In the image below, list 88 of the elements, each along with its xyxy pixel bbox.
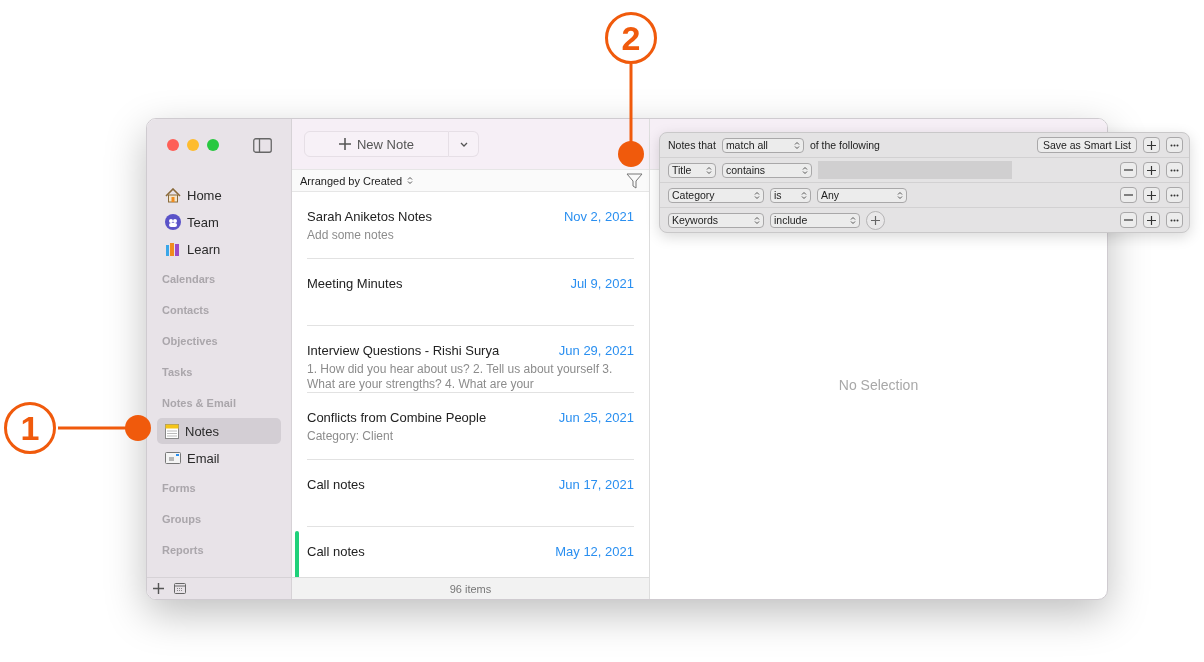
minus-icon — [1124, 194, 1133, 196]
chevron-updown-icon — [793, 140, 800, 150]
envelope-icon — [165, 452, 181, 464]
add-rule-button[interactable] — [1143, 187, 1160, 203]
operator-select[interactable]: contains — [722, 162, 812, 178]
plus-icon — [1147, 165, 1156, 175]
sidebar-item[interactable]: Home — [157, 182, 281, 208]
more-button[interactable] — [1166, 137, 1183, 153]
people-icon — [165, 214, 181, 230]
note-preview: 1. How did you hear about us? 2. Tell us about yourself 3. What are your strengths? 4. What are your — [307, 362, 614, 392]
sidebar-toggle-icon[interactable] — [253, 137, 272, 153]
sidebar-item[interactable]: Email — [157, 445, 281, 471]
more-icon — [1170, 143, 1179, 147]
field-select[interactable]: Category — [668, 187, 764, 203]
new-note-button[interactable]: New Note — [304, 131, 449, 157]
note-title: Conflicts from Combine People — [307, 410, 487, 425]
close-button[interactable] — [167, 139, 179, 151]
field-select[interactable]: Keywords — [668, 212, 764, 228]
more-button[interactable] — [1166, 212, 1183, 228]
chevron-updown-icon — [802, 165, 808, 175]
sidebar-item[interactable]: Team — [157, 209, 281, 235]
calendar-icon[interactable] — [174, 583, 186, 594]
chevron-updown-icon — [897, 190, 903, 200]
chevron-updown-icon — [850, 215, 856, 225]
more-icon — [1170, 168, 1179, 172]
remove-rule-button[interactable] — [1120, 187, 1137, 203]
add-rule-button[interactable] — [1143, 137, 1160, 153]
note-title: Meeting Minutes — [307, 276, 403, 291]
note-row[interactable]: Call notes Jun 17, 2021 — [307, 460, 634, 527]
remove-rule-button[interactable] — [1120, 212, 1137, 228]
more-button[interactable] — [1166, 162, 1183, 178]
filter-label: of the following — [809, 139, 880, 151]
chevron-updown-icon — [754, 190, 760, 200]
more-icon — [1170, 193, 1179, 197]
note-date: Jun 17, 2021 — [558, 477, 634, 492]
match-select[interactable]: match all — [721, 137, 804, 153]
notepad-icon — [165, 423, 179, 439]
note-title: Call notes — [307, 544, 365, 559]
zoom-button[interactable] — [207, 139, 219, 151]
plus-icon — [1147, 215, 1156, 225]
note-title: Interview Questions - Rishi Surya — [307, 343, 500, 358]
minus-icon — [1124, 219, 1133, 221]
filter-label: Notes that — [668, 139, 716, 151]
field-select[interactable]: Title — [668, 162, 716, 178]
remove-rule-button[interactable] — [1120, 162, 1137, 178]
filter-icon[interactable] — [626, 172, 643, 189]
minus-icon — [1124, 169, 1133, 171]
operator-select[interactable]: include — [770, 212, 860, 228]
more-button[interactable] — [1166, 187, 1183, 203]
note-title: Sarah Aniketos Notes — [307, 209, 433, 224]
plus-icon — [1147, 190, 1156, 200]
note-preview: Category: Client — [307, 429, 395, 444]
note-row[interactable]: Sarah Aniketos Notes Nov 2, 2021 Add some notes — [307, 192, 634, 259]
chevron-down-icon — [459, 141, 468, 147]
chevron-updown-icon — [801, 190, 807, 200]
note-date: Jun 25, 2021 — [558, 410, 634, 425]
callout-number: 2 — [605, 12, 657, 64]
more-icon — [1170, 218, 1179, 222]
note-preview: Add some notes — [307, 228, 395, 243]
plus-icon — [153, 583, 164, 594]
operator-select[interactable]: is — [770, 187, 811, 203]
add-rule-button[interactable] — [1143, 162, 1160, 178]
house-icon — [165, 187, 181, 203]
arrange-menu[interactable]: Arranged by Created — [300, 174, 414, 187]
value-select[interactable]: Any — [817, 187, 907, 203]
callout-number: 1 — [4, 402, 56, 454]
note-date: Nov 2, 2021 — [563, 209, 634, 224]
chevron-updown-icon — [407, 176, 414, 185]
add-keyword-button[interactable] — [866, 210, 885, 230]
item-count: 96 items — [292, 577, 649, 599]
note-row[interactable]: Interview Questions - Rishi Surya Jun 29, 2021 1. How did you hear about us? 2. Tell us about yourself 3. What are your strengths? 4. What are your — [307, 326, 634, 393]
note-row[interactable]: Conflicts from Combine People Jun 25, 2021 Category: Client — [307, 393, 634, 460]
plus-icon — [871, 215, 880, 225]
save-smart-list-button[interactable]: Save as Smart List — [1036, 137, 1137, 153]
plus-icon — [1147, 140, 1156, 150]
sidebar-item[interactable]: Learn — [157, 236, 281, 262]
note-date: May 12, 2021 — [555, 544, 634, 559]
chevron-updown-icon — [706, 165, 712, 175]
plus-icon — [338, 138, 351, 150]
books-icon — [165, 241, 181, 257]
note-title: Call notes — [307, 477, 365, 492]
chevron-updown-icon — [754, 215, 760, 225]
note-row[interactable]: Meeting Minutes Jul 9, 2021 — [307, 259, 634, 326]
add-rule-button[interactable] — [1143, 212, 1160, 228]
note-date: Jun 29, 2021 — [558, 343, 634, 358]
note-date: Jul 9, 2021 — [570, 276, 634, 291]
sidebar-item[interactable]: Notes — [157, 418, 281, 444]
empty-message: No Selection — [838, 376, 919, 393]
